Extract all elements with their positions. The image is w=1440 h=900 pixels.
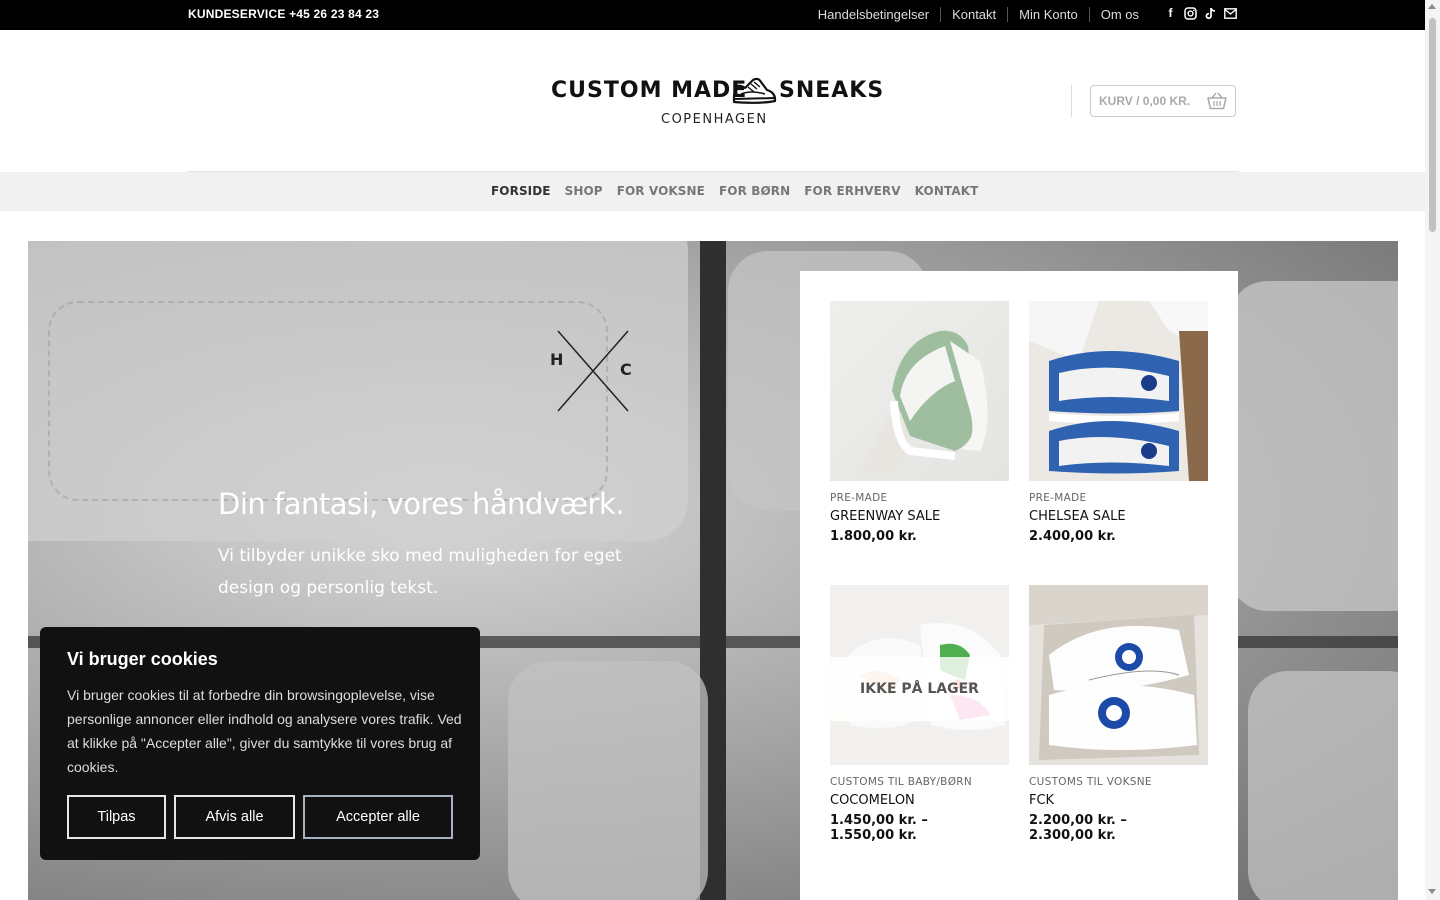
out-of-stock-badge: IKKE PÅ LAGER bbox=[830, 657, 1009, 721]
product-name[interactable]: CHELSEA SALE bbox=[1029, 509, 1208, 524]
cookie-customize-button[interactable]: Tilpas bbox=[67, 795, 166, 839]
featured-products: PRE-MADE GREENWAY SALE 1.800,00 kr. PRE-… bbox=[800, 271, 1238, 900]
product-name[interactable]: FCK bbox=[1029, 793, 1208, 808]
product-card[interactable]: PRE-MADE GREENWAY SALE 1.800,00 kr. bbox=[830, 301, 1009, 544]
sneaker-logo-icon bbox=[732, 77, 777, 104]
nav-kontakt[interactable]: KONTAKT bbox=[908, 184, 986, 198]
hero-subtitle: Vi tilbyder unikke sko med muligheden fo… bbox=[218, 546, 622, 598]
product-category: CUSTOMS TIL VOKSNE bbox=[1029, 776, 1152, 788]
product-image[interactable]: Am IKKE PÅ LAGER bbox=[830, 585, 1009, 765]
cart-button[interactable]: KURV / 0,00 KR. bbox=[1090, 85, 1236, 117]
nav-for-born[interactable]: FOR BØRN bbox=[712, 184, 797, 198]
email-icon[interactable] bbox=[1224, 6, 1237, 20]
top-bar: KUNDESERVICE +45 26 23 84 23 Handelsbeti… bbox=[0, 0, 1425, 30]
link-contact[interactable]: Kontakt bbox=[940, 7, 1007, 22]
cookie-accept-button[interactable]: Accepter alle bbox=[303, 795, 453, 839]
nav-for-erhverv[interactable]: FOR ERHVERV bbox=[797, 184, 907, 198]
logo-text-sneaks: SNEAKS bbox=[779, 78, 885, 103]
facebook-icon[interactable]: f bbox=[1164, 6, 1177, 20]
basket-icon bbox=[1207, 92, 1227, 110]
product-price-from: 2.200,00 kr. – bbox=[1029, 813, 1127, 828]
product-price-to: 2.300,00 kr. bbox=[1029, 828, 1116, 843]
hero-bg-shoe bbox=[1248, 671, 1398, 900]
link-my-account[interactable]: Min Konto bbox=[1007, 7, 1089, 22]
product-card[interactable]: Am IKKE PÅ LAGER CUSTOMS TIL BABY/BØRN C… bbox=[830, 585, 1009, 843]
cookie-reject-button[interactable]: Afvis alle bbox=[174, 795, 295, 839]
main-nav: FORSIDE SHOP FOR VOKSNE FOR BØRN FOR ERH… bbox=[0, 172, 1425, 211]
link-terms[interactable]: Handelsbetingelser bbox=[807, 7, 940, 22]
nav-shop[interactable]: SHOP bbox=[558, 184, 610, 198]
site-logo[interactable]: CUSTOM MADE SNEAKS COPENHAGEN bbox=[551, 74, 883, 130]
product-category: PRE-MADE bbox=[830, 492, 888, 504]
product-image[interactable] bbox=[1029, 585, 1208, 765]
page-scrollbar[interactable] bbox=[1425, 0, 1440, 900]
hero-title: Din fantasi, vores håndværk. bbox=[218, 487, 624, 521]
instagram-icon[interactable] bbox=[1184, 6, 1197, 20]
hero-bg-logo-mark: H C bbox=[550, 330, 632, 412]
site-header: CUSTOM MADE SNEAKS COPENHAGEN KURV / 0,0… bbox=[0, 30, 1425, 171]
nav-forside[interactable]: FORSIDE bbox=[484, 184, 558, 198]
product-price: 1.450,00 kr. – 1.550,00 kr. bbox=[830, 813, 1009, 843]
product-card[interactable]: CUSTOMS TIL VOKSNE FCK 2.200,00 kr. – 2.… bbox=[1029, 585, 1208, 843]
logo-text-custom-made: CUSTOM MADE bbox=[551, 78, 748, 103]
top-links: Handelsbetingelser Kontakt Min Konto Om … bbox=[807, 7, 1150, 22]
product-image[interactable] bbox=[830, 301, 1009, 481]
svg-text:H: H bbox=[550, 350, 563, 369]
product-price: 2.400,00 kr. bbox=[1029, 529, 1116, 544]
scroll-up-arrow-icon[interactable] bbox=[1428, 4, 1436, 9]
scrollbar-thumb[interactable] bbox=[1429, 18, 1436, 232]
hero-bg-shoe bbox=[1228, 281, 1398, 611]
product-category: PRE-MADE bbox=[1029, 492, 1087, 504]
product-price-to: 1.550,00 kr. bbox=[830, 828, 917, 843]
product-price: 1.800,00 kr. bbox=[830, 529, 917, 544]
hero-bg-shoe bbox=[508, 661, 708, 900]
nav-for-voksne[interactable]: FOR VOKSNE bbox=[610, 184, 712, 198]
product-image[interactable] bbox=[1029, 301, 1208, 481]
hero-bg-stitching bbox=[48, 301, 608, 501]
svg-text:C: C bbox=[620, 360, 632, 379]
cookie-consent-banner: Vi bruger cookies Vi bruger cookies til … bbox=[40, 627, 480, 860]
scroll-down-arrow-icon[interactable] bbox=[1428, 889, 1436, 894]
product-card[interactable]: PRE-MADE CHELSEA SALE 2.400,00 kr. bbox=[1029, 301, 1208, 544]
tiktok-icon[interactable] bbox=[1204, 6, 1217, 20]
product-name[interactable]: COCOMELON bbox=[830, 793, 1009, 808]
product-price-from: 1.450,00 kr. – bbox=[830, 813, 928, 828]
cookie-text: Vi bruger cookies til at forbedre din br… bbox=[67, 687, 462, 775]
logo-text-copenhagen: COPENHAGEN bbox=[661, 112, 768, 127]
header-divider bbox=[1071, 85, 1072, 117]
social-links: f bbox=[1164, 6, 1237, 20]
customer-service-phone: KUNDESERVICE +45 26 23 84 23 bbox=[188, 7, 380, 21]
product-name[interactable]: GREENWAY SALE bbox=[830, 509, 1009, 524]
cookie-title: Vi bruger cookies bbox=[67, 649, 218, 669]
product-category: CUSTOMS TIL BABY/BØRN bbox=[830, 776, 973, 788]
cart-label: KURV / 0,00 KR. bbox=[1099, 94, 1191, 108]
product-price: 2.200,00 kr. – 2.300,00 kr. bbox=[1029, 813, 1208, 843]
link-about[interactable]: Om os bbox=[1088, 7, 1150, 22]
